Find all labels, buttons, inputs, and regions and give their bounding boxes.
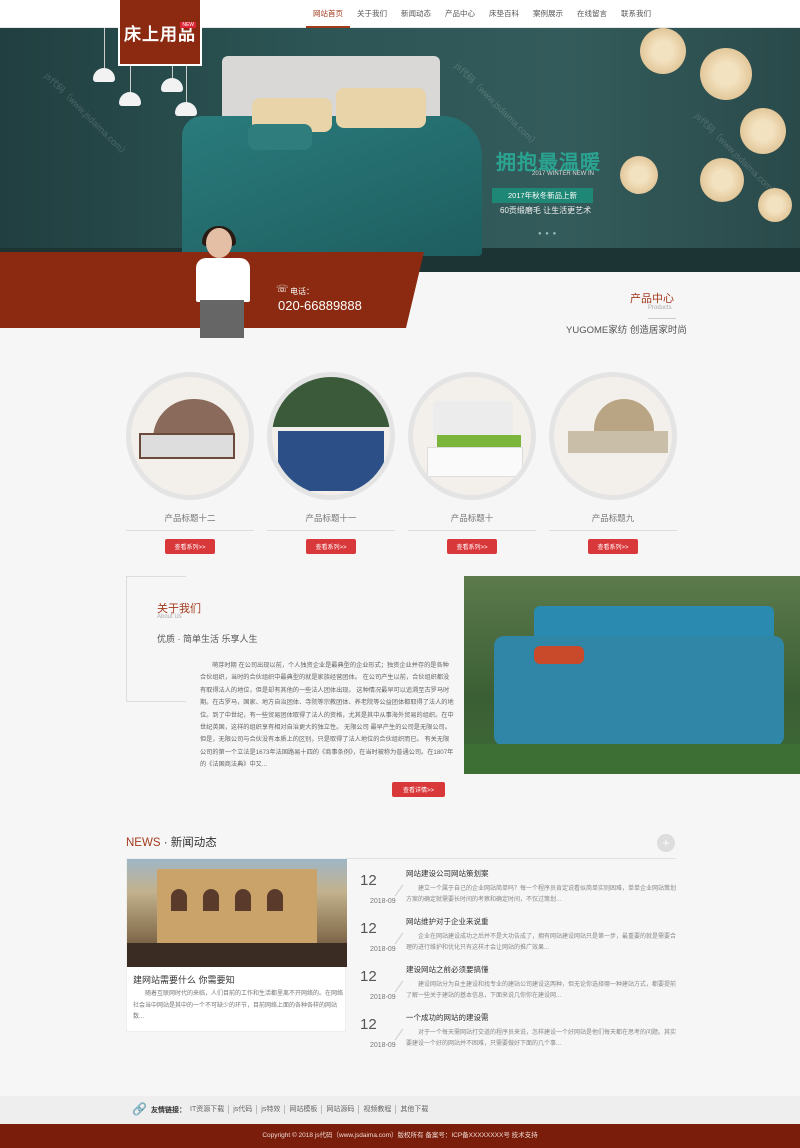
news-item[interactable]: 12 2018-09 网站建设公司网站策划案 建立一个属于自己的企业网站简单吗？…: [360, 866, 676, 916]
product-image[interactable]: [267, 372, 395, 500]
news-date: 2018-09: [370, 994, 396, 1001]
phone-number[interactable]: 020-66889888: [278, 298, 362, 313]
product-image[interactable]: [408, 372, 536, 500]
news-title: NEWS · 新闻动态: [126, 837, 217, 849]
friend-link[interactable]: 网站模板: [285, 1105, 323, 1114]
site-logo[interactable]: 床上用品 NEW: [118, 0, 202, 66]
logo-new-badge: NEW: [180, 22, 196, 28]
products-title-en: Products: [648, 305, 672, 311]
main-nav: 网站首页 关于我们 新闻动态 产品中心 床垫百科 案例展示 在线留言 联系我们: [306, 0, 658, 28]
news-day: 12: [360, 1016, 377, 1033]
friend-links: IT资源下载 js代码 js特效 网站模板 网站源码 视频教程 其他下载: [186, 1105, 432, 1114]
view-series-button[interactable]: 查看系列>>: [306, 539, 356, 554]
banner-subtitle: 2017 WINTER NEW IN: [532, 171, 595, 177]
product-card[interactable]: 产品标题十二 查看系列>>: [126, 372, 254, 554]
news-item-desc: 建立一个属于自己的企业网站简单吗？每一个程序员肯定说看似简单实则困难，单单企业网…: [406, 886, 677, 903]
nav-cases[interactable]: 案例展示: [526, 0, 570, 28]
news-date: 2018-09: [370, 898, 396, 905]
view-series-button[interactable]: 查看系列>>: [588, 539, 638, 554]
view-series-button[interactable]: 查看系列>>: [165, 539, 215, 554]
pendant-lamp-icon: [161, 78, 183, 92]
product-card[interactable]: 产品标题十一 查看系列>>: [267, 372, 395, 554]
news-item-title[interactable]: 建设网站之前必须要搞懂: [406, 964, 489, 975]
about-image: [464, 576, 800, 774]
friend-link[interactable]: 视频教程: [359, 1105, 397, 1114]
news-item-desc: 建设网站分为自主建设和找专业的建站公司建设这两种，但无论你选择哪一种建站方式，都…: [406, 982, 677, 999]
featured-news-card[interactable]: 建网站需要什么 你需要知 随着互联网时代的来临，人们目前的工作和生活都里离不开网…: [126, 858, 347, 1032]
link-icon: 🔗: [132, 1102, 147, 1116]
about-slogan: 优质 · 简单生活 乐享人生: [157, 634, 258, 644]
view-series-button[interactable]: 查看系列>>: [447, 539, 497, 554]
nav-news[interactable]: 新闻动态: [394, 0, 438, 28]
friend-link[interactable]: js代码: [229, 1105, 258, 1114]
news-day: 12: [360, 872, 377, 889]
banner-tag: 2017年秋冬新品上新: [492, 188, 594, 203]
product-image[interactable]: [549, 372, 677, 500]
news-item[interactable]: 12 2018-09 一个成功的网站的建设需 对于一个每天需网站打交道的程序员来…: [360, 1010, 676, 1060]
pendant-lamp-icon: [175, 102, 197, 116]
more-news-icon[interactable]: +: [657, 834, 675, 852]
product-card[interactable]: 产品标题十 查看系列>>: [408, 372, 536, 554]
nav-contact[interactable]: 联系我们: [614, 0, 658, 28]
featured-news-desc: 随着互联网时代的来临，人们目前的工作和生活都里离不开网络的。在网络社会当中网站是…: [133, 991, 344, 1020]
news-item-desc: 对于一个每天需网站打交道的程序员来说，怎样建设一个好网站是他们每天都在思考的问题…: [406, 1030, 677, 1047]
news-day: 12: [360, 920, 377, 937]
product-image[interactable]: [126, 372, 254, 500]
featured-news-image[interactable]: [127, 859, 347, 967]
news-item-title[interactable]: 网站维护对于企业来说重: [406, 916, 489, 927]
friend-link[interactable]: 其他下载: [396, 1105, 432, 1114]
product-name[interactable]: 产品标题十: [408, 512, 536, 524]
pendant-lamp-icon: [93, 68, 115, 82]
phone-icon: ☏: [276, 284, 289, 295]
news-date: 2018-09: [370, 1042, 396, 1049]
news-day: 12: [360, 968, 377, 985]
news-item[interactable]: 12 2018-09 网站维护对于企业来说重 企业在网站建设成功之后并不是大功告…: [360, 914, 676, 964]
news-date: 2018-09: [370, 946, 396, 953]
phone-label: 电话：: [290, 287, 314, 296]
friend-link[interactable]: IT资源下载: [186, 1105, 230, 1114]
friend-links-label: 友情链接：: [151, 1107, 186, 1114]
carousel-dots[interactable]: ● ● ●: [538, 231, 557, 237]
divider: [648, 318, 676, 319]
view-details-button[interactable]: 查看详情>>: [392, 782, 446, 797]
about-text: 萌芽时期 在公司出现以前，个人独资企业是最典型的企业形式；独资企业并存的是各种合…: [200, 662, 454, 769]
friend-link[interactable]: 网站源码: [322, 1105, 360, 1114]
news-item-title[interactable]: 网站建设公司网站策划案: [406, 868, 489, 879]
about-title-en: About Us: [157, 614, 182, 620]
watermark: js代码（www.jsdaima.com）: [42, 70, 131, 159]
friend-link[interactable]: js特效: [257, 1105, 286, 1114]
pendant-lamp-icon: [119, 92, 141, 106]
nav-about[interactable]: 关于我们: [350, 0, 394, 28]
product-card[interactable]: 产品标题九 查看系列>>: [549, 372, 677, 554]
featured-news-title[interactable]: 建网站需要什么 你需要知: [133, 973, 235, 986]
nav-home[interactable]: 网站首页: [306, 0, 350, 28]
news-item[interactable]: 12 2018-09 建设网站之前必须要搞懂 建设网站分为自主建设和找专业的建站…: [360, 962, 676, 1012]
news-item-title[interactable]: 一个成功的网站的建设需: [406, 1012, 489, 1023]
products-title: 产品中心: [630, 293, 674, 305]
nav-products[interactable]: 产品中心: [438, 0, 482, 28]
product-name[interactable]: 产品标题十二: [126, 512, 254, 524]
nav-message[interactable]: 在线留言: [570, 0, 614, 28]
banner-tagline: 60贡缎磨毛 让生活更艺术: [500, 206, 592, 215]
customer-service-avatar: [190, 226, 260, 338]
nav-mattress-wiki[interactable]: 床垫百科: [482, 0, 526, 28]
footer: Copyright © 2018 js代码（www.jsdaima.com）版权…: [0, 1124, 800, 1148]
product-name[interactable]: 产品标题九: [549, 512, 677, 524]
news-item-desc: 企业在网站建设成功之后并不是大功告成了，拥有网站建设网站只是第一步，最重要的就是…: [406, 934, 677, 951]
products-slogan: YUGOME家纺 创造居家时尚: [566, 325, 687, 336]
product-name[interactable]: 产品标题十一: [267, 512, 395, 524]
